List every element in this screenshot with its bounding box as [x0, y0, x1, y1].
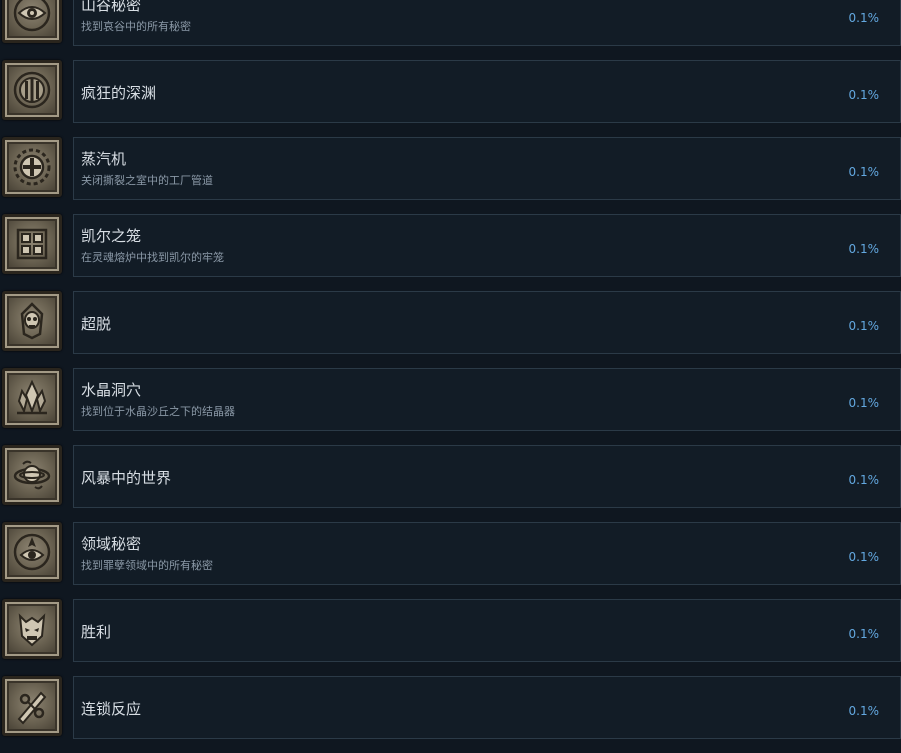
unlock-percentage: 0.1%	[848, 627, 880, 641]
achievement-panel: 疯狂的深渊 0.1%	[73, 60, 901, 123]
chain-blade-icon	[17, 691, 47, 725]
unlock-percentage: 0.1%	[848, 319, 880, 333]
achievement-panel: 蒸汽机 关闭撕裂之室中的工厂管道 0.1%	[73, 137, 901, 200]
achievement-row[interactable]: 山谷秘密 找到哀谷中的所有秘密 0.1%	[0, 0, 901, 60]
achievement-icon-frame	[2, 368, 62, 428]
unlock-percentage: 0.1%	[848, 242, 880, 256]
crystal-icon	[17, 379, 47, 415]
storm-world-icon	[13, 460, 51, 490]
achievement-title: 领域秘密	[81, 535, 142, 553]
unlock-percentage: 0.1%	[848, 165, 880, 179]
achievement-row[interactable]: 风暴中的世界 0.1%	[0, 445, 901, 522]
achievement-title: 水晶洞穴	[81, 381, 142, 399]
achievement-row[interactable]: 疯狂的深渊 0.1%	[0, 60, 901, 137]
valve-wheel-icon	[13, 148, 51, 186]
skull-flame-icon	[20, 302, 44, 340]
achievement-title: 风暴中的世界	[81, 469, 172, 487]
eye-emblem-icon	[13, 0, 51, 32]
sealed-gate-icon	[13, 71, 51, 109]
achievement-row[interactable]: 水晶洞穴 找到位于水晶沙丘之下的结晶器 0.1%	[0, 368, 901, 445]
unlock-percentage: 0.1%	[848, 88, 880, 102]
achievement-title: 胜利	[81, 623, 112, 641]
achievement-icon-frame	[2, 60, 62, 120]
unlock-percentage: 0.1%	[848, 704, 880, 718]
achievement-panel: 风暴中的世界 0.1%	[73, 445, 901, 508]
achievement-icon-frame	[2, 599, 62, 659]
achievement-panel: 胜利 0.1%	[73, 599, 901, 662]
achievement-title: 蒸汽机	[81, 150, 127, 168]
unlock-percentage: 0.1%	[848, 396, 880, 410]
achievement-row[interactable]: 连锁反应 0.1%	[0, 676, 901, 753]
achievement-description: 在灵魂熔炉中找到凯尔的牢笼	[81, 251, 224, 264]
achievement-panel: 领域秘密 找到罪孽领域中的所有秘密 0.1%	[73, 522, 901, 585]
achievement-list: 山谷秘密 找到哀谷中的所有秘密 0.1% 疯狂的深渊 0.1% 蒸汽机 关闭撕裂…	[0, 0, 901, 753]
achievement-row[interactable]: 胜利 0.1%	[0, 599, 901, 676]
achievement-panel: 凯尔之笼 在灵魂熔炉中找到凯尔的牢笼 0.1%	[73, 214, 901, 277]
achievement-row[interactable]: 领域秘密 找到罪孽领域中的所有秘密 0.1%	[0, 522, 901, 599]
realm-eye-icon	[13, 533, 51, 571]
achievement-row[interactable]: 凯尔之笼 在灵魂熔炉中找到凯尔的牢笼 0.1%	[0, 214, 901, 291]
achievement-row[interactable]: 蒸汽机 关闭撕裂之室中的工厂管道 0.1%	[0, 137, 901, 214]
achievement-description: 找到位于水晶沙丘之下的结晶器	[81, 405, 235, 418]
achievement-icon-frame	[2, 0, 62, 43]
achievement-row[interactable]: 超脱 0.1%	[0, 291, 901, 368]
unlock-percentage: 0.1%	[848, 11, 880, 25]
achievement-title: 疯狂的深渊	[81, 84, 157, 102]
achievement-title: 连锁反应	[81, 700, 142, 718]
cage-grid-icon	[16, 228, 48, 260]
unlock-percentage: 0.1%	[848, 473, 880, 487]
achievement-panel: 山谷秘密 找到哀谷中的所有秘密 0.1%	[73, 0, 901, 46]
achievement-title: 超脱	[81, 315, 112, 333]
unlock-percentage: 0.1%	[848, 550, 880, 564]
achievement-panel: 连锁反应 0.1%	[73, 676, 901, 739]
achievement-description: 关闭撕裂之室中的工厂管道	[81, 174, 213, 187]
demon-mask-icon	[18, 613, 46, 647]
achievement-panel: 超脱 0.1%	[73, 291, 901, 354]
achievement-icon-frame	[2, 522, 62, 582]
achievement-icon-frame	[2, 214, 62, 274]
achievement-panel: 水晶洞穴 找到位于水晶沙丘之下的结晶器 0.1%	[73, 368, 901, 431]
achievement-icon-frame	[2, 676, 62, 736]
achievement-description: 找到罪孽领域中的所有秘密	[81, 559, 213, 572]
achievement-description: 找到哀谷中的所有秘密	[81, 20, 191, 33]
achievement-icon-frame	[2, 137, 62, 197]
achievement-title: 山谷秘密	[81, 0, 142, 14]
achievement-icon-frame	[2, 291, 62, 351]
achievement-icon-frame	[2, 445, 62, 505]
achievement-title: 凯尔之笼	[81, 227, 142, 245]
